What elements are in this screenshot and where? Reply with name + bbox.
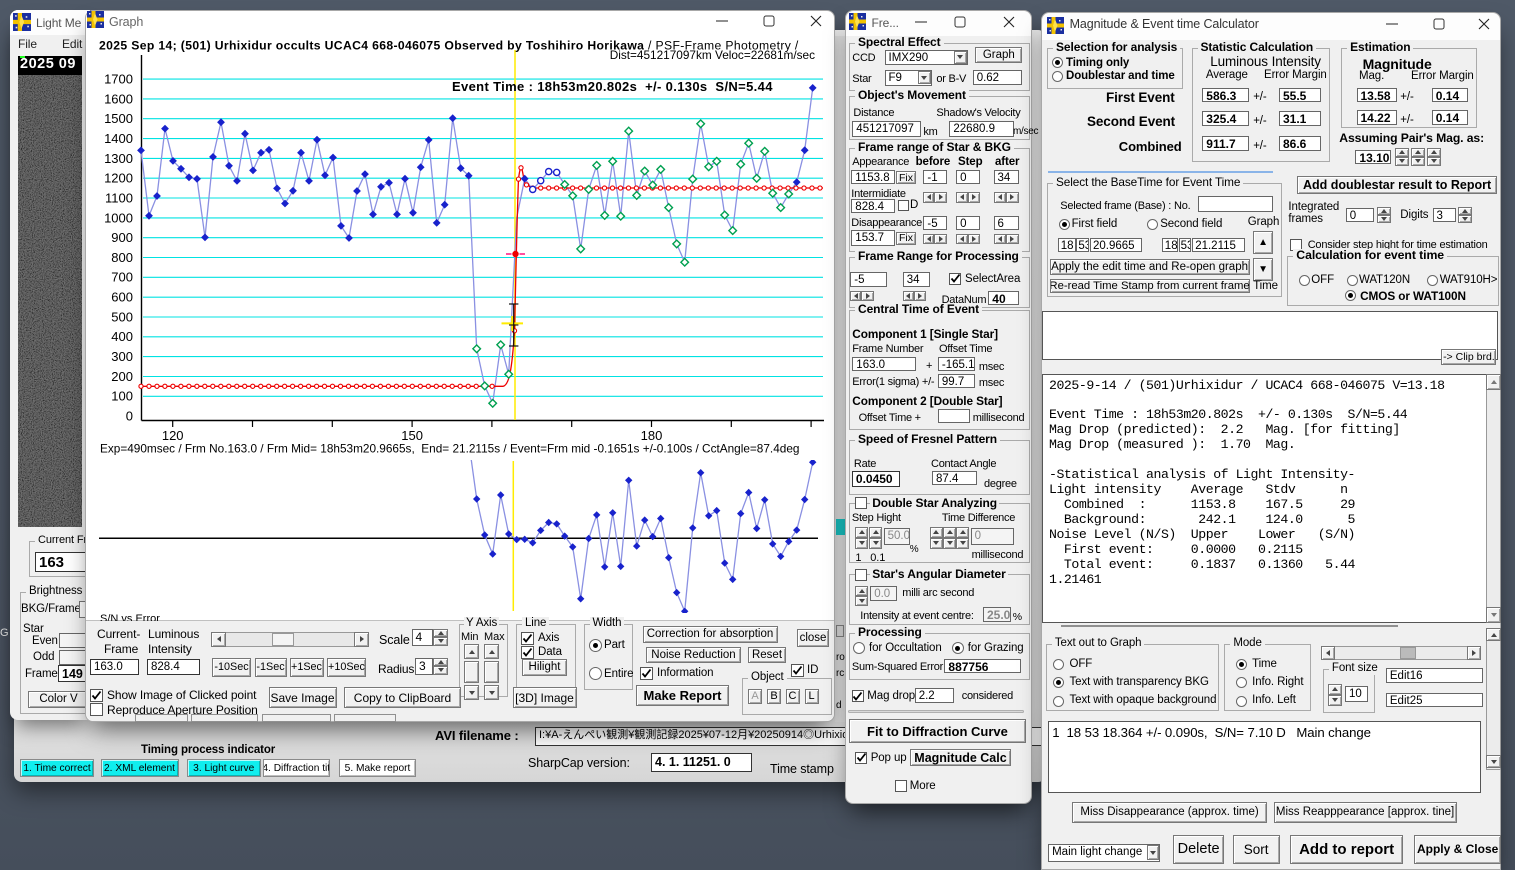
svg-text:500: 500 — [111, 309, 133, 324]
svg-text:1600: 1600 — [104, 91, 133, 106]
svg-text:300: 300 — [111, 349, 133, 364]
svg-text:0: 0 — [126, 409, 133, 424]
svg-text:1100: 1100 — [105, 190, 133, 205]
svg-text:900: 900 — [111, 230, 133, 245]
svg-text:200: 200 — [111, 369, 133, 384]
svg-text:700: 700 — [111, 270, 133, 285]
svg-text:100: 100 — [111, 389, 133, 404]
svg-text:1500: 1500 — [104, 111, 133, 126]
svg-text:1300: 1300 — [104, 151, 133, 166]
svg-text:Dist=451217097km Veloc=22681m/: Dist=451217097km Veloc=22681m/sec — [610, 48, 815, 62]
svg-text:Event Time : 18h53m20.802s +/: Event Time : 18h53m20.802s +/- 0.130s S/… — [452, 79, 773, 94]
svg-text:1700: 1700 — [104, 72, 133, 87]
svg-text:S/N vs Error: S/N vs Error — [100, 613, 160, 621]
svg-text:1400: 1400 — [104, 131, 133, 146]
svg-text:1000: 1000 — [104, 210, 133, 225]
svg-text:400: 400 — [111, 329, 133, 344]
svg-text:800: 800 — [111, 250, 133, 265]
svg-text:Exp=490msec / Frm No.163.0 / F: Exp=490msec / Frm No.163.0 / Frm Mid= 18… — [100, 442, 799, 456]
svg-text:600: 600 — [111, 290, 133, 305]
svg-text:1200: 1200 — [104, 171, 133, 186]
